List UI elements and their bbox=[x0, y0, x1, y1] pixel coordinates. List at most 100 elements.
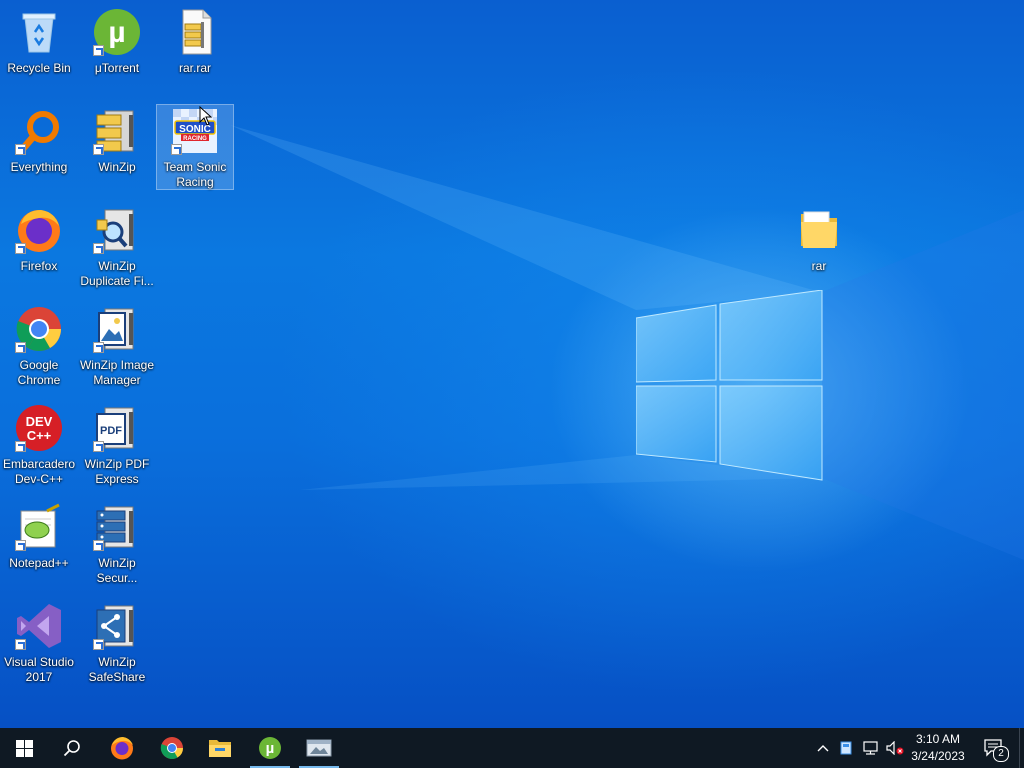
desktop-icon-label: Firefox bbox=[20, 259, 58, 273]
desktop-icon-rar-archive[interactable]: rar.rar bbox=[157, 6, 233, 90]
tray-app-button[interactable] bbox=[836, 728, 856, 768]
taskbar-utorrent[interactable]: µ bbox=[246, 728, 294, 768]
windows-start-icon bbox=[15, 739, 33, 757]
utorrent-icon: µ bbox=[93, 8, 141, 56]
shortcut-arrow-icon bbox=[15, 342, 26, 353]
visual-studio-icon bbox=[15, 602, 63, 650]
chevron-up-icon bbox=[817, 745, 829, 752]
file-explorer-icon bbox=[209, 740, 231, 757]
desktop-icon-label: WinZip SafeShare bbox=[88, 655, 146, 684]
desktop-icon-firefox[interactable]: Firefox bbox=[1, 204, 77, 288]
shortcut-arrow-icon bbox=[171, 144, 182, 155]
desktop-icon-recycle-bin[interactable]: Recycle Bin bbox=[1, 6, 77, 90]
app-window-icon bbox=[306, 739, 332, 757]
shortcut-arrow-icon bbox=[15, 243, 26, 254]
desktop-icon-label: Google Chrome bbox=[17, 358, 61, 387]
desktop-icon-winzip-duplicate-finder[interactable]: WinZip Duplicate Fi... bbox=[79, 204, 155, 288]
taskbar-file-explorer[interactable] bbox=[196, 728, 244, 768]
shortcut-arrow-icon bbox=[93, 441, 104, 452]
desktop-icon-label: WinZip PDF Express bbox=[84, 457, 150, 486]
utorrent-icon: µ bbox=[259, 737, 281, 759]
clock[interactable]: 3:10 AM 3/24/2023 bbox=[900, 731, 976, 765]
taskbar-firefox[interactable] bbox=[98, 728, 146, 768]
start-button[interactable] bbox=[0, 728, 48, 768]
notepad-plus-plus-icon bbox=[15, 503, 63, 551]
folder-icon bbox=[795, 206, 843, 254]
svg-text:C++: C++ bbox=[27, 428, 52, 443]
winzip-pdf-express-icon: PDF bbox=[93, 404, 141, 452]
network-icon bbox=[863, 741, 878, 755]
svg-text:DEV: DEV bbox=[26, 414, 53, 429]
shortcut-arrow-icon bbox=[15, 540, 26, 551]
firefox-icon bbox=[15, 206, 63, 254]
svg-text:µ: µ bbox=[266, 740, 275, 757]
desktop-icon-visual-studio[interactable]: Visual Studio 2017 bbox=[1, 600, 77, 684]
shortcut-arrow-icon bbox=[93, 639, 104, 650]
search-button[interactable] bbox=[48, 728, 96, 768]
desktop-icon-label: WinZip Image Manager bbox=[79, 358, 155, 387]
mouse-cursor-icon bbox=[199, 106, 213, 126]
recycle-bin-icon bbox=[15, 8, 63, 56]
shortcut-arrow-icon bbox=[93, 540, 104, 551]
desktop-icon-google-chrome[interactable]: Google Chrome bbox=[1, 303, 77, 387]
dev-cpp-icon: DEV C++ bbox=[15, 404, 63, 452]
desktop-icon-label: WinZip Duplicate Fi... bbox=[80, 259, 154, 288]
desktop-icon-utorrent[interactable]: µ μTorrent bbox=[79, 6, 155, 90]
chrome-icon bbox=[15, 305, 63, 353]
shortcut-arrow-icon bbox=[15, 639, 26, 650]
search-icon bbox=[63, 740, 80, 757]
desktop-icon-label: rar bbox=[811, 259, 827, 273]
desktop-icon-label: WinZip Secur... bbox=[96, 556, 138, 585]
shortcut-arrow-icon bbox=[15, 441, 26, 452]
show-desktop-button[interactable] bbox=[1019, 728, 1024, 768]
notification-count-badge: 2 bbox=[993, 746, 1009, 762]
winzip-duplicate-finder-icon bbox=[93, 206, 141, 254]
taskbar: µ 3:10 AM 3/24/2023 2 bbox=[0, 728, 1024, 768]
desktop-icon-dev-cpp[interactable]: DEV C++ Embarcadero Dev-C++ bbox=[1, 402, 77, 486]
winzip-secure-icon bbox=[93, 503, 141, 551]
shortcut-arrow-icon bbox=[93, 342, 104, 353]
desktop-icon-winzip[interactable]: WinZip bbox=[79, 105, 155, 189]
tray-app-icon bbox=[840, 741, 852, 755]
shortcut-arrow-icon bbox=[93, 144, 104, 155]
desktop-icon-label: rar.rar bbox=[178, 61, 211, 75]
shortcut-arrow-icon bbox=[93, 243, 104, 254]
chrome-icon bbox=[160, 737, 183, 759]
clock-time: 3:10 AM bbox=[915, 732, 961, 746]
desktop-icon-rar-folder[interactable]: rar bbox=[781, 204, 857, 288]
svg-text:PDF: PDF bbox=[100, 425, 122, 437]
show-hidden-icons-button[interactable] bbox=[812, 728, 834, 768]
desktop-icon-winzip-pdf-express[interactable]: PDF WinZip PDF Express bbox=[79, 402, 155, 486]
desktop-icon-notepad-plus-plus[interactable]: Notepad++ bbox=[1, 501, 77, 585]
desktop-icon-team-sonic-racing[interactable]: SONIC RACING Team Sonic Racing bbox=[156, 104, 234, 190]
desktop-icon-winzip-safeshare[interactable]: WinZip SafeShare bbox=[79, 600, 155, 684]
desktop-icon-label: Everything bbox=[10, 160, 68, 174]
windows-logo bbox=[636, 290, 823, 481]
winzip-icon bbox=[93, 107, 141, 155]
taskbar-app-window[interactable] bbox=[295, 728, 343, 768]
action-center-button[interactable]: 2 bbox=[978, 728, 1010, 768]
desktop-icon-winzip-image-manager[interactable]: WinZip Image Manager bbox=[79, 303, 155, 387]
taskbar-chrome[interactable] bbox=[148, 728, 196, 768]
shortcut-arrow-icon bbox=[15, 144, 26, 155]
desktop-icon-label: Visual Studio 2017 bbox=[4, 655, 74, 684]
winzip-image-manager-icon bbox=[93, 305, 141, 353]
desktop-icon-winzip-secure[interactable]: WinZip Secur... bbox=[79, 501, 155, 585]
desktop[interactable]: Recycle Bin Everything Firefox Google Ch… bbox=[0, 0, 1024, 728]
desktop-icon-label: Team Sonic Racing bbox=[163, 160, 227, 189]
rar-archive-icon bbox=[171, 8, 219, 56]
desktop-icon-label: Embarcadero Dev-C++ bbox=[2, 457, 76, 486]
winzip-safeshare-icon bbox=[93, 602, 141, 650]
shortcut-arrow-icon bbox=[93, 45, 104, 56]
desktop-icon-label: Recycle Bin bbox=[7, 61, 71, 75]
svg-text:µ: µ bbox=[108, 16, 125, 49]
everything-icon bbox=[15, 107, 63, 155]
desktop-icon-everything[interactable]: Everything bbox=[1, 105, 77, 189]
svg-text:RACING: RACING bbox=[183, 136, 207, 142]
desktop-icon-label: μTorrent bbox=[94, 61, 140, 75]
firefox-icon bbox=[111, 737, 133, 760]
network-button[interactable] bbox=[860, 728, 882, 768]
clock-date: 3/24/2023 bbox=[911, 749, 965, 763]
desktop-icon-label: Notepad++ bbox=[9, 556, 69, 570]
desktop-icon-label: WinZip bbox=[98, 160, 136, 174]
